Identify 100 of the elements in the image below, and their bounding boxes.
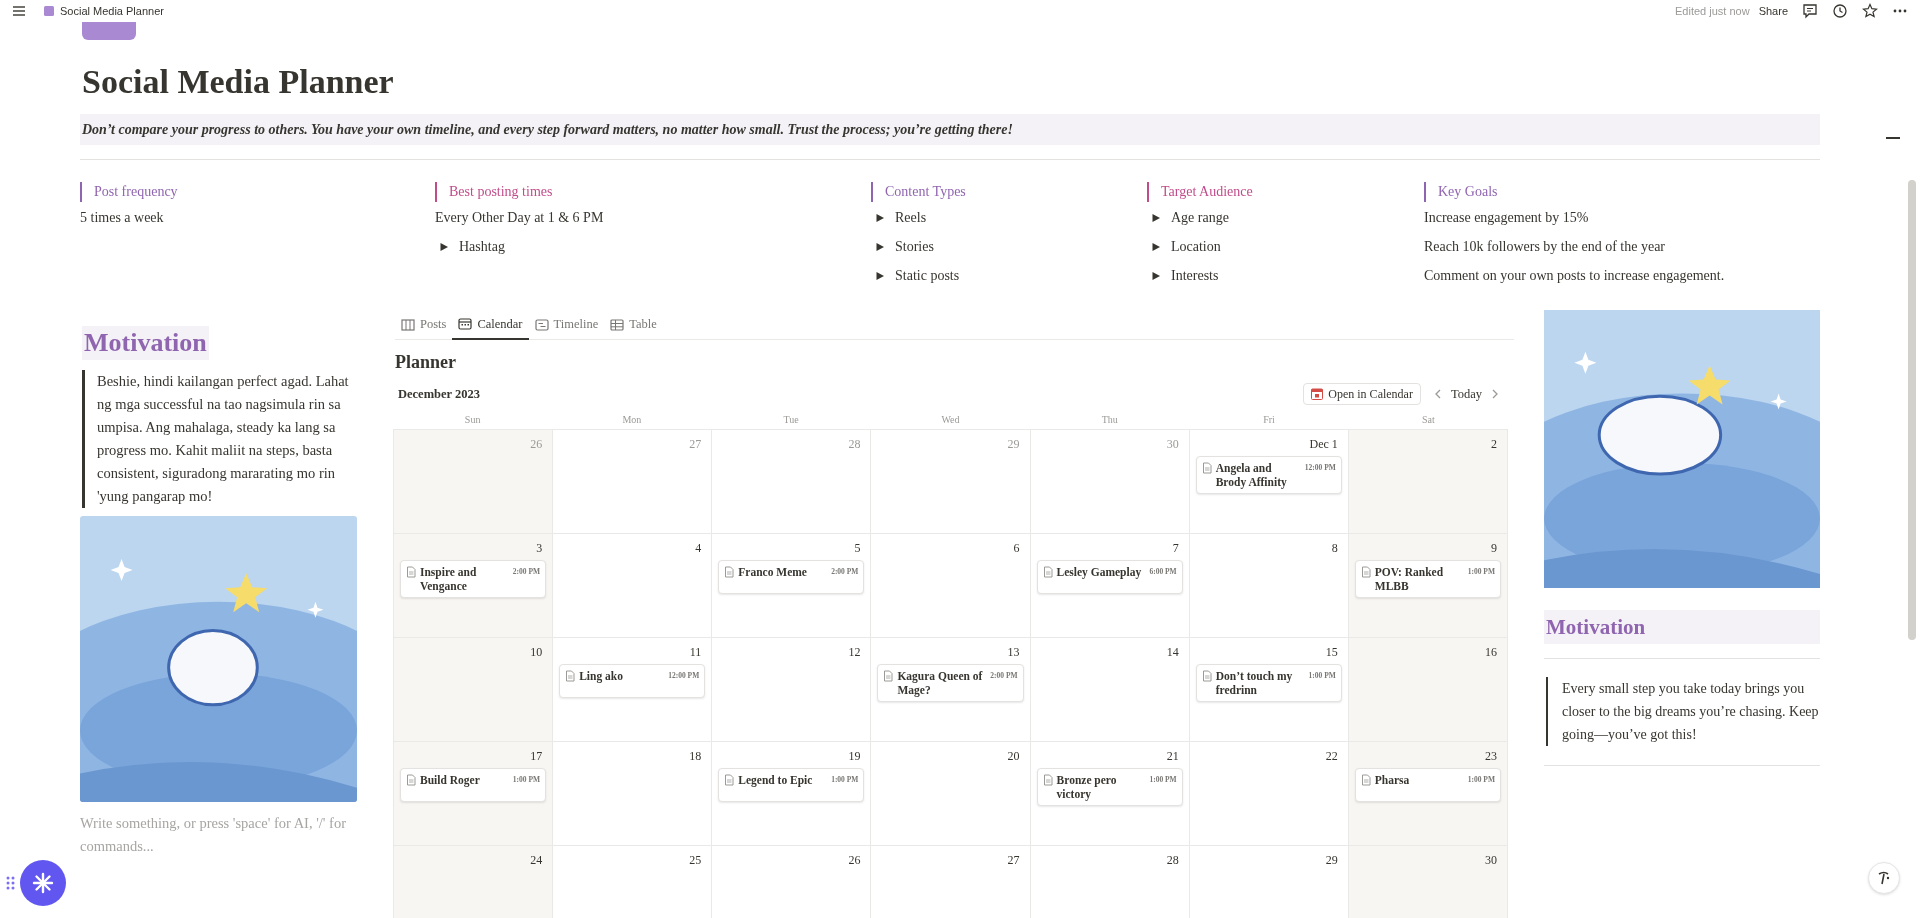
document-icon bbox=[1201, 670, 1212, 682]
event-title: Inspire and Vengance bbox=[420, 565, 478, 593]
toggle-label[interactable]: Hashtag bbox=[459, 237, 505, 257]
date-number: 29 bbox=[1325, 852, 1338, 868]
document-icon bbox=[724, 566, 735, 578]
document-icon bbox=[1042, 774, 1053, 786]
section-heading: Post frequency bbox=[80, 182, 178, 202]
section-heading: Content Types bbox=[871, 182, 966, 202]
table-icon bbox=[610, 317, 625, 332]
share-button[interactable]: Share bbox=[1758, 2, 1788, 20]
property-text: Every Other Day at 1 & 6 PM bbox=[435, 209, 604, 227]
star-icon[interactable] bbox=[1862, 3, 1878, 19]
clock-icon[interactable] bbox=[1832, 3, 1848, 19]
section-heading: Best posting times bbox=[435, 182, 553, 202]
document-icon bbox=[1360, 566, 1371, 578]
date-number: 27 bbox=[689, 436, 702, 452]
date-number: 13 bbox=[1007, 644, 1020, 660]
toggle-icon[interactable] bbox=[1151, 271, 1161, 281]
menu-icon[interactable] bbox=[12, 5, 26, 17]
date-number: 5 bbox=[854, 540, 861, 556]
date-number: 24 bbox=[530, 852, 543, 868]
property-text: Comment on your own posts to increase engagement. bbox=[1424, 267, 1725, 285]
date-number: 23 bbox=[1485, 748, 1497, 764]
weekday-label: Thu bbox=[1101, 412, 1118, 427]
toggle-icon[interactable] bbox=[1151, 242, 1161, 252]
date-number: 30 bbox=[1485, 852, 1497, 868]
document-icon bbox=[1042, 566, 1053, 578]
drag-handle-icon[interactable] bbox=[6, 875, 16, 891]
event-title: Kagura Queen of Mage? bbox=[897, 669, 984, 697]
document-icon bbox=[565, 670, 576, 682]
weekday-label: Wed bbox=[941, 412, 960, 427]
event-title: Pharsa bbox=[1374, 773, 1410, 787]
date-number: 14 bbox=[1166, 644, 1179, 660]
comment-icon[interactable] bbox=[1802, 3, 1818, 19]
outline-toggle[interactable] bbox=[1886, 137, 1900, 139]
date-number: 20 bbox=[1007, 748, 1020, 764]
toggle-icon[interactable] bbox=[875, 271, 885, 281]
toggle-icon[interactable] bbox=[875, 213, 885, 223]
edit-status: Edited just now bbox=[1675, 3, 1750, 19]
page-title: Social Media Planner bbox=[82, 62, 395, 102]
date-number: 17 bbox=[530, 748, 543, 764]
toggle-label[interactable]: Reels bbox=[895, 208, 927, 228]
timeline-icon bbox=[534, 317, 549, 332]
open-calendar-button[interactable]: Open in Calendar bbox=[1303, 383, 1421, 405]
toggle-label[interactable]: Interests bbox=[1171, 266, 1219, 286]
date-number: 21 bbox=[1166, 748, 1179, 764]
document-icon bbox=[406, 774, 416, 786]
view-tab[interactable]: Timeline bbox=[528, 310, 605, 339]
event-title: Lesley Gameplay bbox=[1056, 565, 1142, 579]
toggle-label[interactable]: Age range bbox=[1171, 208, 1229, 228]
next-icon[interactable] bbox=[1490, 388, 1500, 400]
weekday-label: Mon bbox=[622, 412, 642, 427]
columns-icon bbox=[401, 317, 415, 332]
date-number: 25 bbox=[689, 852, 702, 868]
property-text: Reach 10k followers by the end of the year bbox=[1424, 238, 1667, 256]
document-icon bbox=[883, 670, 894, 682]
date-number: 15 bbox=[1325, 644, 1338, 660]
date-number: 2 bbox=[1491, 436, 1497, 452]
date-number: 29 bbox=[1007, 436, 1020, 452]
date-number: 19 bbox=[848, 748, 861, 764]
motivation-heading: Motivation bbox=[1544, 610, 1820, 644]
date-number: 16 bbox=[1485, 644, 1497, 660]
document-icon bbox=[1201, 462, 1212, 474]
toggle-icon[interactable] bbox=[875, 242, 885, 252]
event-title: Ling ako bbox=[579, 669, 623, 683]
date-number: 4 bbox=[695, 540, 702, 556]
date-number: Dec 1 bbox=[1309, 436, 1338, 452]
event-title: Franco Meme bbox=[738, 565, 807, 579]
toggle-icon[interactable] bbox=[1151, 213, 1161, 223]
toggle-label[interactable]: Location bbox=[1171, 237, 1221, 257]
date-number: 12 bbox=[848, 644, 861, 660]
section-heading: Target Audience bbox=[1147, 182, 1253, 202]
month-label: December 2023 bbox=[398, 385, 481, 403]
date-number: 18 bbox=[689, 748, 702, 764]
motivation-quote: Beshie, hindi kailangan perfect agad. Lahat ng mga successful na tao nagsimula rin sa umpisa. Ang mahalaga, steady ka lang sa progress mo. Kahit maliit na steps, basta consistent, siguradong mararating mo rin 'yung pangarap mo! bbox=[82, 370, 357, 508]
date-number: 3 bbox=[536, 540, 543, 556]
calendar-icon bbox=[458, 317, 473, 331]
help-button[interactable] bbox=[1868, 862, 1900, 894]
callout-quote: Don’t compare your progress to others. You have your own timeline, and every step forward matters, no matter how small. Trust the process; you’re getting there! bbox=[80, 114, 1820, 145]
document-icon bbox=[724, 774, 735, 786]
view-tab[interactable]: Calendar bbox=[452, 310, 529, 340]
date-number: 27 bbox=[1007, 852, 1020, 868]
view-tab[interactable]: Posts bbox=[395, 310, 453, 339]
view-tab[interactable]: Table bbox=[604, 310, 663, 339]
date-number: 30 bbox=[1166, 436, 1179, 452]
page-title[interactable]: Social Media Planner bbox=[60, 2, 164, 20]
weekday-label: Fri bbox=[1263, 412, 1275, 427]
toggle-label[interactable]: Static posts bbox=[895, 266, 960, 286]
help-icon bbox=[1876, 870, 1892, 886]
today-button[interactable]: Today bbox=[1450, 384, 1482, 404]
toggle-icon[interactable] bbox=[439, 242, 449, 252]
date-number: 7 bbox=[1172, 540, 1179, 556]
view-title: Planner bbox=[395, 351, 457, 374]
weekday-label: Sat bbox=[1421, 412, 1435, 427]
property-text: 5 times a week bbox=[80, 209, 164, 227]
toggle-label[interactable]: Stories bbox=[895, 237, 934, 257]
ai-assistant-button[interactable] bbox=[20, 860, 66, 906]
scrollbar[interactable] bbox=[1908, 180, 1916, 640]
page-icon bbox=[44, 6, 54, 16]
weekday-label: Sun bbox=[464, 412, 481, 427]
